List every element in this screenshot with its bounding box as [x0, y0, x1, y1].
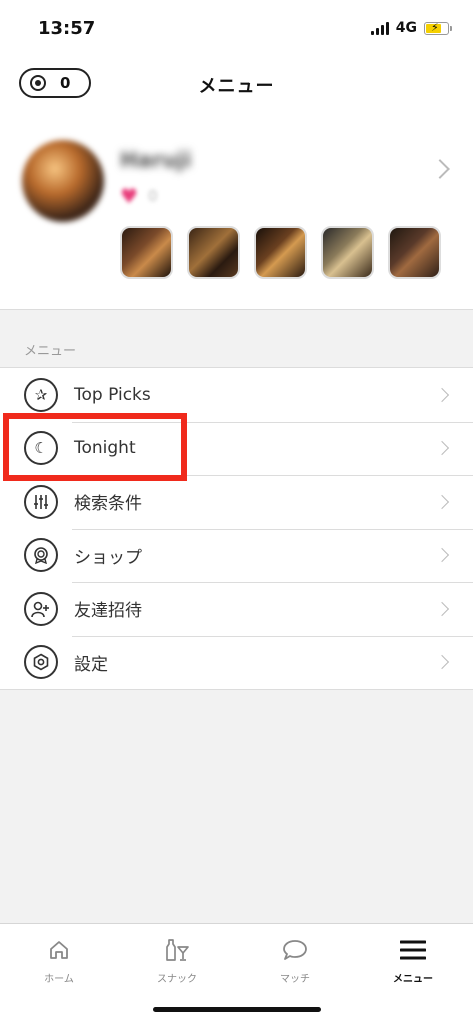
add-friend-icon	[24, 591, 58, 626]
menu-item-tonight[interactable]: ☾ Tonight	[0, 421, 473, 476]
heart-icon: ♥	[120, 184, 138, 208]
chevron-right-icon	[434, 548, 450, 563]
menu-item-label: ショップ	[74, 547, 142, 568]
menu-item-label: Top Picks	[74, 384, 151, 405]
profile-photo[interactable]	[120, 226, 173, 279]
tab-label: スナック	[157, 974, 197, 985]
menu-item-label: 友達招待	[74, 601, 142, 622]
tab-snack[interactable]: スナック	[118, 934, 236, 985]
header: 0 メニュー	[0, 58, 473, 110]
menu-item-search-filters[interactable]: 検索条件	[0, 475, 473, 529]
drinks-icon	[118, 934, 236, 966]
menu-item-label: Tonight	[74, 438, 136, 459]
sliders-icon	[24, 484, 58, 519]
signal-icon	[370, 21, 389, 35]
tab-menu[interactable]: メニュー	[354, 934, 472, 985]
chevron-right-icon	[434, 441, 450, 456]
badge-icon	[24, 538, 58, 573]
menu-item-invite-friends[interactable]: 友達招待	[0, 582, 473, 636]
status-bar: 13:57 4G ⚡	[0, 0, 473, 58]
tab-label: ホーム	[44, 974, 74, 985]
home-icon	[0, 934, 118, 966]
tab-label: メニュー	[393, 974, 433, 985]
tab-home[interactable]: ホーム	[0, 934, 118, 985]
profile-photos	[120, 226, 441, 279]
laurel-stars-icon: ✰	[24, 377, 58, 412]
moon-stars-icon: ☾	[24, 431, 58, 466]
tab-label: マッチ	[280, 974, 310, 985]
tab-match[interactable]: マッチ	[236, 934, 354, 985]
menu-item-label: 検索条件	[74, 494, 142, 515]
menu-item-label: 設定	[74, 654, 108, 675]
avatar[interactable]	[22, 140, 104, 222]
page-title: メニュー	[198, 76, 275, 97]
status-indicators: 4G ⚡	[370, 20, 452, 36]
hamburger-icon	[354, 934, 472, 966]
chat-bubble-icon	[236, 934, 354, 966]
menu-item-settings[interactable]: 設定	[0, 635, 473, 690]
profile-photo[interactable]	[321, 226, 374, 279]
home-indicator	[153, 1007, 321, 1012]
chevron-right-icon	[434, 494, 450, 509]
profile-photo[interactable]	[187, 226, 240, 279]
profile-likes: ♥ 0	[120, 184, 157, 208]
menu-item-top-picks[interactable]: ✰ Top Picks	[0, 368, 473, 422]
status-time: 13:57	[38, 18, 96, 39]
likes-count: 0	[147, 187, 158, 205]
profile-photo[interactable]	[388, 226, 441, 279]
hex-settings-icon	[24, 645, 58, 680]
menu-item-shop[interactable]: ショップ	[0, 528, 473, 583]
network-type: 4G	[395, 20, 417, 36]
chevron-right-icon	[434, 601, 450, 616]
battery-icon: ⚡	[424, 21, 452, 35]
section-label: メニュー	[24, 344, 77, 359]
chevron-right-icon	[434, 655, 450, 670]
menu-list: ✰ Top Picks ☾ Tonight 検索条件 ショップ 友達招待 設定	[0, 367, 473, 690]
profile-name[interactable]: Haruji	[120, 148, 191, 172]
chevron-right-icon	[434, 387, 450, 402]
profile-photo[interactable]	[254, 226, 307, 279]
